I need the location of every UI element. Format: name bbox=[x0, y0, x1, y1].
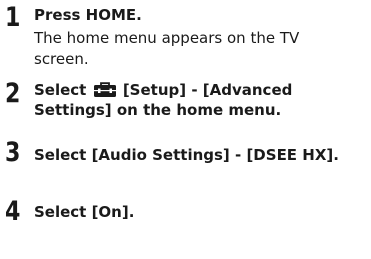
step-1-description: The home menu appears on the TV screen. bbox=[34, 29, 300, 68]
step-2-title-start: Select bbox=[34, 81, 87, 99]
step-1-title: Press HOME. bbox=[34, 6, 142, 24]
toolbox-icon bbox=[93, 82, 117, 98]
step-number-4: 4 bbox=[5, 196, 20, 227]
step-number-2: 2 bbox=[5, 78, 20, 109]
step-number-1: 1 bbox=[5, 2, 20, 33]
step-4-title: Select [On]. bbox=[34, 203, 135, 221]
step-3-title: Select [Audio Settings] - [DSEE HX]. bbox=[34, 146, 339, 164]
step-2-title: Select [Setup] - [Advanced Settings] on … bbox=[34, 80, 354, 120]
step-number-3: 3 bbox=[5, 137, 20, 168]
